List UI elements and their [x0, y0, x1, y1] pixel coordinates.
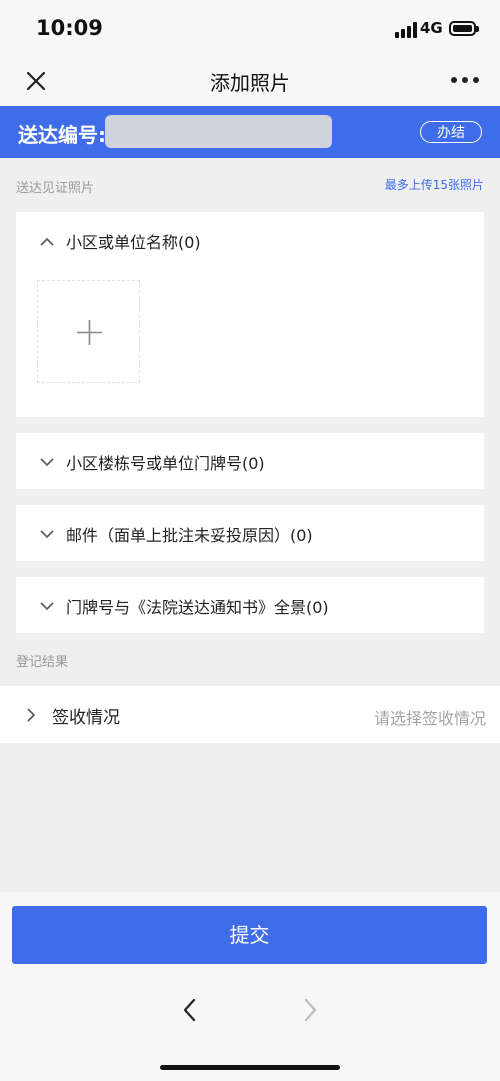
photo-group-mail[interactable]: 邮件（面单上批注未妥投原因）(0): [16, 505, 484, 561]
photo-group-community: 小区或单位名称(0): [16, 212, 484, 417]
status-bar: 10:09 4G: [0, 0, 500, 56]
photo-group-title: 门牌号与《法院送达通知书》全景(0): [66, 598, 329, 617]
register-section-label: 登记结果: [16, 655, 69, 670]
photo-group-building[interactable]: 小区楼栋号或单位门牌号(0): [16, 433, 484, 489]
forward-icon[interactable]: [300, 996, 320, 1024]
chevron-down-icon: [40, 454, 54, 468]
chevron-right-icon: [24, 707, 38, 722]
photo-group-title[interactable]: 小区或单位名称(0): [66, 229, 201, 253]
home-indicator: [160, 1065, 340, 1070]
signal-icon: [395, 22, 417, 38]
bottom-panel: 提交: [0, 892, 500, 1081]
delivery-number-redacted: [105, 115, 332, 148]
photo-group-title: 邮件（面单上批注未妥投原因）(0): [66, 526, 313, 545]
delivery-header: 送达编号: 办结: [0, 106, 500, 158]
done-button[interactable]: 办结: [420, 121, 482, 143]
add-photo-button[interactable]: [37, 280, 140, 383]
upload-limit-text: 最多上传15张照片: [384, 178, 484, 192]
photo-group-title: 小区楼栋号或单位门牌号(0): [66, 454, 265, 473]
more-icon[interactable]: [451, 77, 479, 85]
receipt-status-placeholder[interactable]: 请选择签收情况: [374, 705, 486, 729]
chevron-up-icon[interactable]: [40, 234, 54, 248]
nav-bar: 添加照片: [0, 56, 500, 106]
chevron-down-icon: [40, 526, 54, 540]
page-title: 添加照片: [210, 71, 290, 95]
network-type: 4G: [420, 19, 443, 37]
status-time: 10:09: [36, 16, 103, 40]
battery-icon: [449, 21, 479, 36]
delivery-number-label: 送达编号:: [18, 123, 106, 147]
submit-button[interactable]: 提交: [12, 906, 487, 964]
receipt-status-row[interactable]: 签收情况 请选择签收情况: [0, 686, 500, 743]
photo-group-panorama[interactable]: 门牌号与《法院送达通知书》全景(0): [16, 577, 484, 633]
chevron-down-icon: [40, 598, 54, 612]
receipt-status-label: 签收情况: [52, 708, 120, 728]
back-icon[interactable]: [180, 996, 200, 1024]
plus-icon: [76, 319, 103, 346]
photo-section-label: 送达见证照片: [16, 181, 95, 196]
